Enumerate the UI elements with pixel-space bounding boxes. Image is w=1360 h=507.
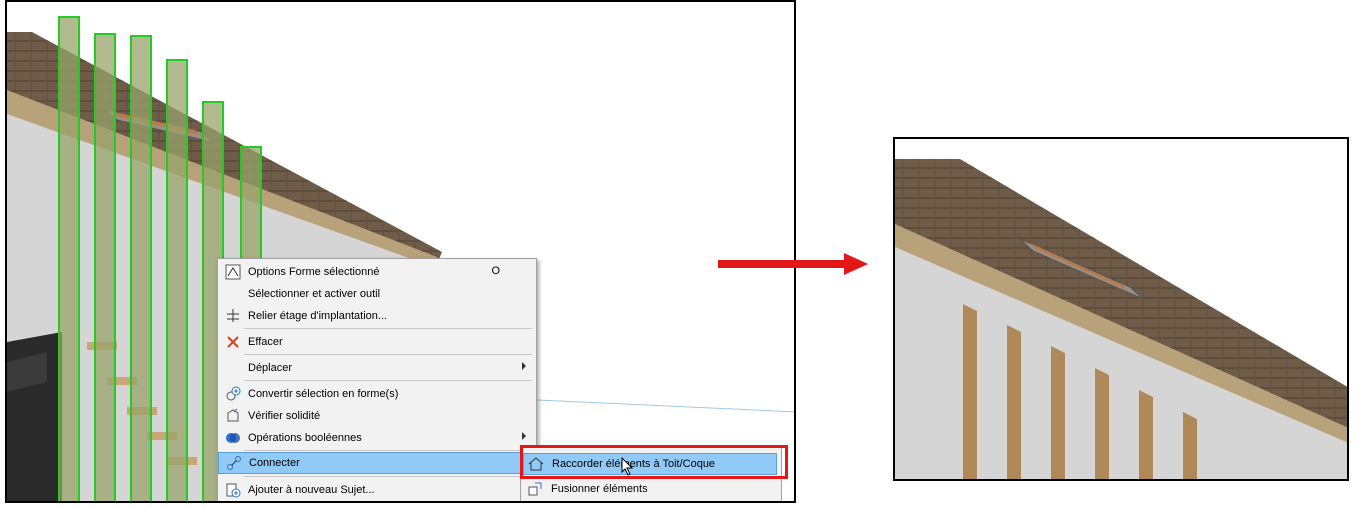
add-topic-icon: [222, 480, 244, 500]
right-3d-viewport: [893, 137, 1349, 481]
submenu-arrow-icon: [522, 362, 526, 370]
delete-x-icon: [222, 332, 244, 352]
menu-item-relier-etage[interactable]: Relier étage d'implantation...: [218, 305, 534, 327]
check-solid-icon: [222, 406, 244, 426]
menu-item-label: Connecter: [249, 457, 300, 469]
menu-separator: [244, 380, 532, 381]
menu-item-label: Opérations booléennes: [248, 432, 362, 444]
menu-item-label: Convertir sélection en forme(s): [248, 388, 399, 400]
menu-item-label: Relier étage d'implantation...: [248, 310, 388, 322]
menu-item-operations-booleennes[interactable]: Opérations booléennes: [218, 427, 534, 449]
options-form-icon: [222, 262, 244, 282]
menu-item-options-forme[interactable]: Options Forme sélectionné O: [218, 261, 534, 283]
menu-item-connecter[interactable]: Connecter: [218, 452, 534, 474]
menu-item-ajouter-sujet[interactable]: Ajouter à nouveau Sujet...: [218, 479, 534, 501]
menu-item-label: Options Forme sélectionné: [248, 266, 380, 278]
menu-item-verifier-solidite[interactable]: Vérifier solidité: [218, 405, 534, 427]
menu-item-deplacer[interactable]: Déplacer: [218, 357, 534, 379]
menu-separator: [244, 476, 532, 477]
connect-icon: [223, 453, 245, 473]
menu-item-selectionner-activer[interactable]: Sélectionner et activer outil: [218, 283, 534, 305]
red-arrow-icon: [718, 253, 868, 275]
menu-separator: [244, 354, 532, 355]
left-3d-viewport[interactable]: Options Forme sélectionné O Sélectionner…: [5, 0, 796, 503]
submenu-arrow-icon: [522, 432, 526, 440]
highlight-frame: [520, 445, 788, 479]
boolean-ops-icon: [222, 428, 244, 448]
link-storey-icon: [222, 306, 244, 326]
menu-item-label: Déplacer: [248, 362, 293, 374]
menu-item-label: Effacer: [248, 336, 283, 348]
menu-item-shortcut: O: [491, 265, 500, 277]
menu-separator: [244, 328, 532, 329]
context-menu: Options Forme sélectionné O Sélectionner…: [217, 258, 537, 501]
submenu-item-label: Fusionner éléments: [551, 483, 648, 495]
menu-item-label: Sélectionner et activer outil: [248, 288, 381, 300]
menu-item-convertir-forme[interactable]: Convertir sélection en forme(s): [218, 383, 534, 405]
submenu-item-fusionner[interactable]: Fusionner éléments: [523, 478, 777, 500]
convert-shape-icon: [222, 384, 244, 404]
menu-item-label: Vérifier solidité: [248, 410, 321, 422]
scene-3d-right: [895, 139, 1347, 479]
menu-item-effacer[interactable]: Effacer: [218, 331, 534, 353]
merge-elements-icon: [527, 481, 547, 497]
menu-item-label: Ajouter à nouveau Sujet...: [248, 484, 375, 496]
menu-separator: [244, 450, 532, 451]
